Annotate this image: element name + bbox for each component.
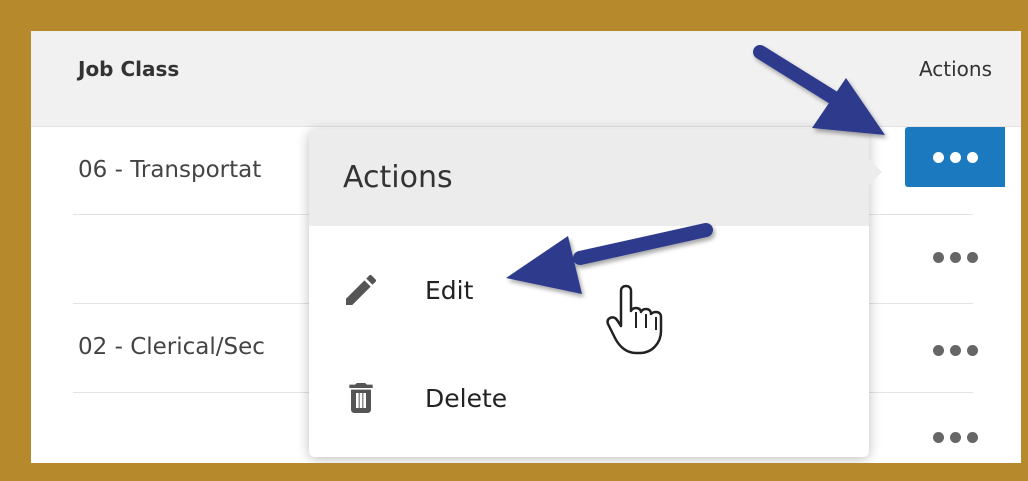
dot-icon [966, 251, 978, 263]
dot-icon [949, 251, 961, 263]
row-actions-button[interactable] [905, 127, 1005, 187]
dot-icon [949, 431, 961, 443]
menu-item-edit[interactable]: Edit [309, 249, 869, 331]
menu-item-delete[interactable]: Delete [309, 357, 869, 439]
dot-icon [932, 431, 944, 443]
column-header-actions: Actions [918, 57, 992, 81]
column-header-job-class[interactable]: Job Class [78, 57, 179, 81]
menu-item-label: Edit [425, 275, 474, 305]
dot-icon [949, 344, 961, 356]
job-class-table: Job Class Actions 06 - Transportat 02 - … [31, 31, 1021, 463]
dot-icon [932, 251, 944, 263]
actions-menu-title: Actions [309, 129, 869, 226]
dot-icon [949, 151, 961, 163]
row-actions-button[interactable] [905, 320, 1005, 380]
dot-icon [932, 344, 944, 356]
actions-menu: Actions Edit Delete [309, 129, 882, 457]
hand-cursor-icon [606, 284, 663, 355]
row-actions-button[interactable] [905, 407, 1005, 463]
table-header: Job Class Actions [31, 31, 1021, 127]
menu-item-label: Delete [425, 383, 508, 413]
trash-icon [349, 383, 373, 413]
row-actions-button[interactable] [905, 227, 1005, 287]
pencil-icon [346, 274, 377, 305]
dot-icon [932, 151, 944, 163]
dot-icon [966, 344, 978, 356]
table-row-job-class[interactable]: 02 - Clerical/Sec [78, 334, 265, 360]
table-row-job-class[interactable]: 06 - Transportat [78, 157, 261, 183]
dot-icon [966, 431, 978, 443]
dot-icon [966, 151, 978, 163]
